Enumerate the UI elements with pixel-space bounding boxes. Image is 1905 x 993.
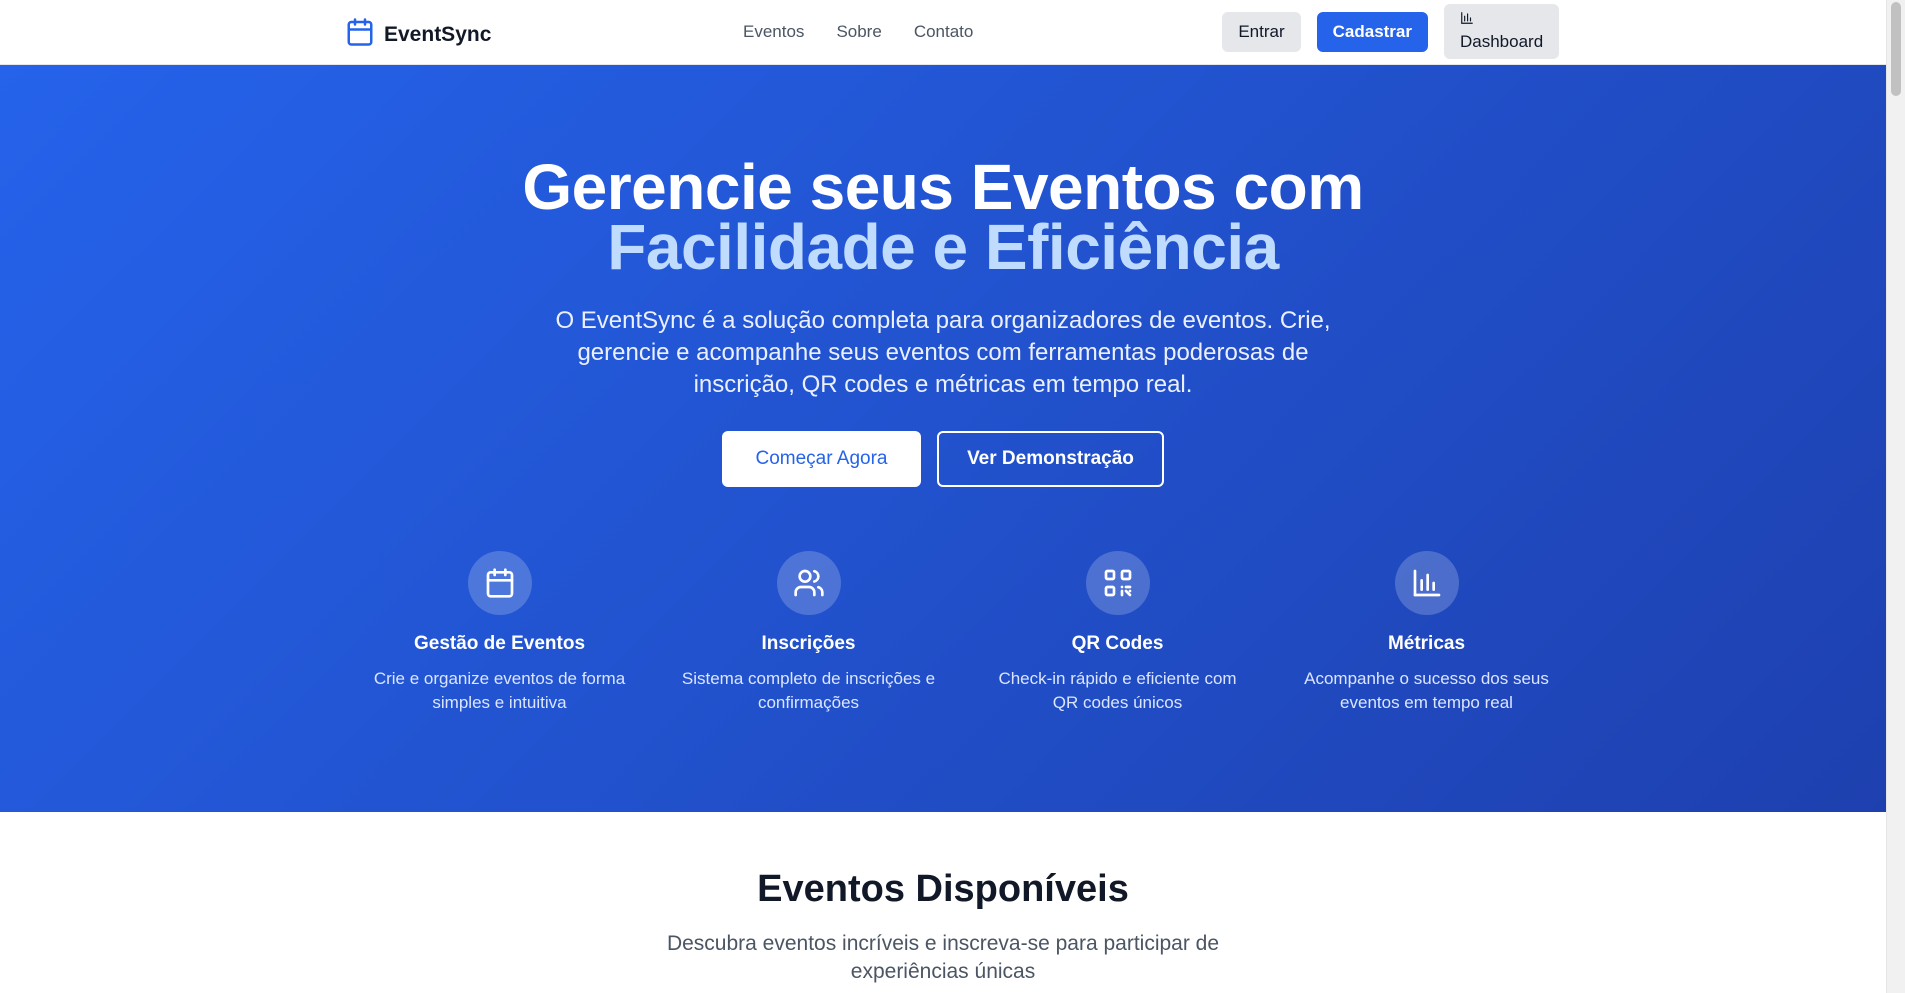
page: EventSync Eventos Sobre Contato Entrar C… — [0, 0, 1886, 993]
hero-section: Gerencie seus Eventos com Facilidade e E… — [0, 65, 1886, 812]
feature-event-management: Gestão de Eventos Crie e organize evento… — [345, 551, 654, 715]
events-section-subtitle: Descubra eventos incríveis e inscreva-se… — [666, 932, 1220, 983]
bar-chart-icon — [1460, 11, 1474, 32]
feature-description: Sistema completo de inscrições e confirm… — [681, 669, 936, 712]
feature-metrics: Métricas Acompanhe o sucesso dos seus ev… — [1272, 551, 1581, 715]
feature-title: Gestão de Eventos — [413, 633, 586, 654]
nav-link-contato[interactable]: Contato — [914, 22, 974, 42]
calendar-icon — [345, 17, 375, 52]
view-demo-button[interactable]: Ver Demonstração — [937, 431, 1164, 487]
dashboard-button[interactable]: Dashboard — [1444, 4, 1559, 59]
login-button[interactable]: Entrar — [1222, 11, 1301, 52]
hero-cta-group: Começar Agora Ver Demonstração — [0, 431, 1886, 487]
start-now-button[interactable]: Começar Agora — [722, 431, 921, 487]
scrollbar-thumb[interactable] — [1891, 2, 1901, 96]
nav-link-eventos[interactable]: Eventos — [743, 22, 804, 42]
events-section-title: Eventos Disponíveis — [757, 868, 1129, 910]
feature-registrations: Inscrições Sistema completo de inscriçõe… — [654, 551, 963, 715]
features-row: Gestão de Eventos Crie e organize evento… — [345, 551, 1581, 715]
bar-chart-icon — [1394, 551, 1459, 615]
feature-qr-codes: QR Codes Check-in rápido e eficiente com… — [963, 551, 1272, 715]
brand-name: EventSync — [384, 22, 492, 46]
users-icon — [776, 551, 841, 615]
feature-description: Check-in rápido e eficiente com QR codes… — [998, 669, 1237, 712]
main-nav: Eventos Sobre Contato — [743, 22, 973, 42]
calendar-icon — [467, 551, 532, 615]
dashboard-label: Dashboard — [1460, 32, 1544, 51]
top-navbar: EventSync Eventos Sobre Contato Entrar C… — [0, 0, 1886, 65]
feature-description: Crie e organize eventos de forma simples… — [373, 669, 626, 712]
hero-title-line2: Facilidade e Eficiência — [607, 211, 1279, 283]
hero-lead: O EventSync é a solução completa para or… — [555, 307, 1331, 398]
qr-code-icon — [1085, 551, 1150, 615]
brand-logo[interactable]: EventSync — [345, 17, 491, 52]
feature-title: Inscrições — [761, 633, 856, 654]
signup-button[interactable]: Cadastrar — [1316, 11, 1428, 52]
hero-title: Gerencie seus Eventos com Facilidade e E… — [0, 155, 1886, 283]
feature-description: Acompanhe o sucesso dos seus eventos em … — [1304, 669, 1549, 712]
header-actions: Entrar Cadastrar Dashboard — [1222, 4, 1559, 59]
nav-link-sobre[interactable]: Sobre — [836, 22, 881, 42]
feature-title: QR Codes — [1071, 633, 1164, 654]
vertical-scrollbar[interactable] — [1886, 0, 1905, 993]
feature-title: Métricas — [1387, 633, 1466, 654]
